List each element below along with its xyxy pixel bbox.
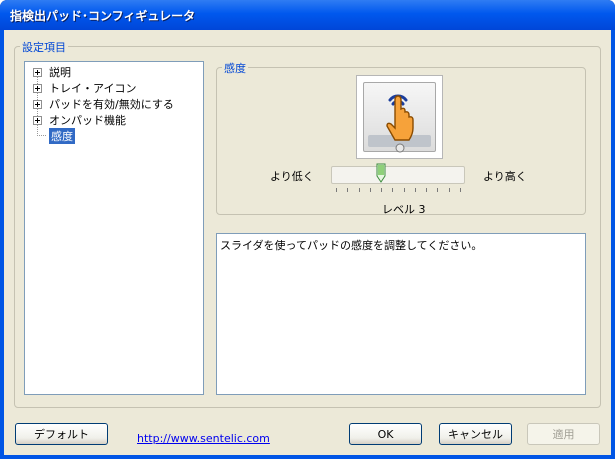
tree-item-enable-pad[interactable]: パッドを有効/無効にする [33, 96, 174, 112]
app-window: 指検出パッド･コンフィギュレータ 設定項目 説明 トレイ・アイコン パッドを有効… [0, 0, 615, 459]
tree-item-onpad-functions[interactable]: オンパッド機能 [33, 112, 126, 128]
settings-tree[interactable]: 説明 トレイ・アイコン パッドを有効/無効にする オンパッド機能 感度 [24, 61, 204, 395]
sensitivity-slider-track[interactable] [331, 166, 465, 184]
sensitivity-low-label: より低く [270, 170, 314, 183]
sensitivity-level-label: レベル 3 [382, 203, 426, 216]
window-border-right [611, 30, 615, 459]
slider-tick [448, 188, 450, 192]
expand-icon[interactable] [33, 83, 42, 93]
tree-item-description[interactable]: 説明 [33, 64, 71, 80]
slider-tick [369, 188, 371, 192]
tree-item-label: パッドを有効/無効にする [49, 98, 174, 111]
tree-item-label: 説明 [49, 66, 71, 79]
slider-tick [358, 188, 360, 192]
expand-icon[interactable] [33, 115, 42, 125]
tree-item-label: 感度 [49, 128, 75, 144]
tree-line [37, 135, 46, 136]
expand-icon[interactable] [33, 99, 42, 109]
settings-group-label: 設定項目 [20, 39, 68, 55]
description-text: スライダを使ってパッドの感度を調整してください。 [220, 239, 483, 252]
slider-tick [414, 188, 416, 192]
website-link[interactable]: http://www.sentelic.com [137, 432, 270, 445]
tree-item-sensitivity[interactable]: 感度 [49, 128, 75, 144]
slider-tick [460, 188, 461, 192]
tree-item-tray-icon[interactable]: トレイ・アイコン [33, 80, 136, 96]
ok-button[interactable]: OK [349, 423, 422, 445]
cancel-button[interactable]: キャンセル [439, 423, 512, 445]
default-button[interactable]: デフォルト [15, 423, 108, 445]
slider-tick [403, 188, 405, 192]
slider-tick [347, 188, 349, 192]
sensitivity-slider-thumb[interactable] [376, 163, 386, 183]
window-border-bottom [0, 455, 615, 459]
finger-touch-icon [386, 94, 414, 153]
apply-button[interactable]: 適用 [527, 423, 600, 445]
slider-tick [437, 188, 439, 192]
slider-tick [392, 188, 394, 192]
tree-item-label: トレイ・アイコン [49, 82, 137, 95]
touchpad-preview [356, 75, 443, 159]
slider-tick [381, 188, 383, 192]
title-bar[interactable]: 指検出パッド･コンフィギュレータ [0, 0, 615, 30]
slider-tick [426, 188, 428, 192]
window-title: 指検出パッド･コンフィギュレータ [10, 9, 196, 23]
sensitivity-group-label: 感度 [222, 60, 248, 76]
tree-item-label: オンパッド機能 [49, 114, 126, 127]
slider-tick [336, 188, 337, 192]
sensitivity-high-label: より高く [483, 170, 527, 183]
expand-icon[interactable] [33, 67, 42, 77]
description-textbox[interactable]: スライダを使ってパッドの感度を調整してください。 [216, 233, 586, 395]
